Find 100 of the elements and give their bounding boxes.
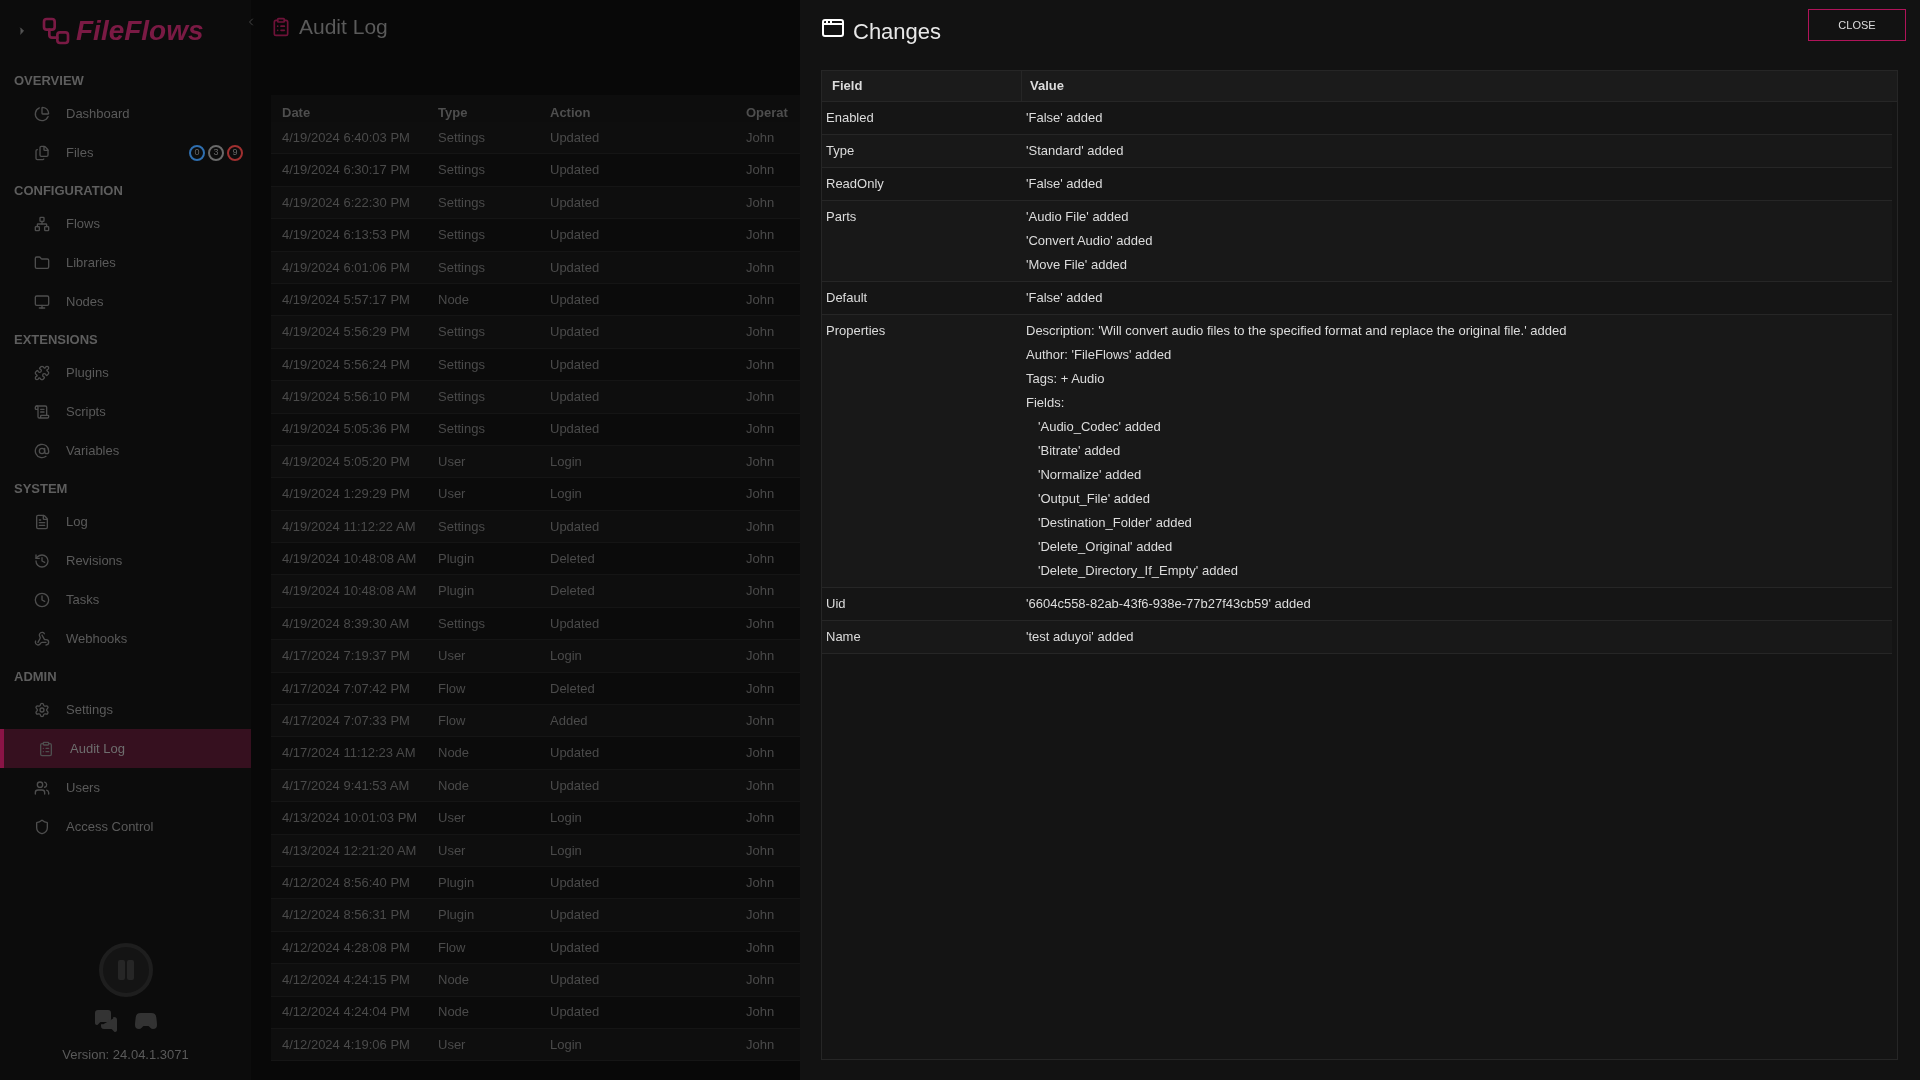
clipboard-icon	[38, 740, 54, 757]
field-name: Type	[826, 143, 855, 158]
table-cell-text: John	[746, 614, 776, 633]
count-badge: 9	[227, 144, 243, 161]
table-cell-text: 4/19/2024 5:05:36 PM	[281, 420, 411, 439]
table-cell-text: John	[746, 679, 776, 698]
table-cell-text: Settings	[438, 258, 486, 277]
change-value: 'Bitrate' added	[1038, 442, 1121, 460]
close-button[interactable]: CLOSE	[1808, 9, 1906, 41]
table-cell-text: Updated	[550, 258, 601, 277]
column-header[interactable]: Type	[438, 102, 550, 122]
nav-item[interactable]: Files 0 3 9	[0, 133, 251, 172]
column-header[interactable]: Value	[1022, 76, 1064, 96]
table-cell-text: User	[438, 452, 467, 471]
settings-icon	[34, 701, 50, 718]
nav-item[interactable]: Settings	[0, 690, 251, 729]
column-header[interactable]: Operat	[746, 102, 800, 122]
table-cell-text: John	[746, 906, 776, 925]
field-name: Uid	[826, 596, 846, 611]
nav-item[interactable]: Revisions	[0, 541, 251, 580]
nav-item[interactable]: Audit Log	[0, 729, 251, 768]
nav-item[interactable]: Variables	[0, 431, 251, 470]
nav-item[interactable]: Libraries	[0, 243, 251, 282]
nav-item[interactable]: Nodes	[0, 282, 251, 321]
table-cell-text: 4/17/2024 9:41:53 AM	[281, 776, 411, 795]
table-cell-text: Deleted	[550, 679, 596, 698]
nav-item[interactable]: Dashboard	[0, 94, 251, 133]
nav-label: Tasks	[66, 590, 100, 609]
change-value: 'Audio_Codec' added	[1038, 418, 1161, 436]
table-cell-text: Updated	[550, 906, 601, 925]
table-cell-text: Node	[438, 1003, 471, 1022]
change-value: 'Output_File' added	[1038, 490, 1150, 508]
table-cell-text: Settings	[438, 517, 486, 536]
column-header[interactable]: Action	[550, 102, 746, 122]
table-cell-text: Updated	[550, 938, 601, 957]
change-value: Description: 'Will convert audio files to the specified format and replace the original file.' added	[1026, 322, 1567, 340]
table-cell-text: Login	[550, 809, 583, 828]
table-cell-text: 4/19/2024 8:39:30 AM	[281, 614, 411, 633]
nav-item[interactable]: Flows	[0, 204, 251, 243]
table-cell-text: 4/12/2024 4:24:15 PM	[281, 971, 411, 990]
column-header[interactable]: Field	[822, 71, 1022, 101]
table-cell-text: John	[746, 938, 776, 957]
column-header[interactable]: Date	[271, 102, 438, 122]
folder-icon	[34, 254, 50, 271]
table-cell-text: Login	[550, 452, 583, 471]
change-value: 'False' added	[1026, 109, 1103, 127]
change-value: 'Normalize' added	[1038, 466, 1142, 484]
table-cell-text: John	[746, 873, 776, 892]
nav-item[interactable]: Tasks	[0, 580, 251, 619]
table-cell-text: Settings	[438, 226, 486, 245]
table-cell-text: User	[438, 1035, 467, 1054]
table-cell-text: Flow	[438, 938, 467, 957]
change-value: Fields:	[1026, 394, 1065, 412]
nav-label: Scripts	[66, 402, 106, 421]
window-icon	[821, 16, 845, 40]
nav-label: Revisions	[66, 551, 123, 570]
table-cell-text: John	[746, 776, 776, 795]
change-value: 'Destination_Folder' added	[1038, 514, 1192, 532]
table-cell-text: 4/19/2024 6:22:30 PM	[281, 193, 411, 212]
table-cell-text: 4/12/2024 4:28:08 PM	[281, 938, 411, 957]
nav-item[interactable]: Scripts	[0, 392, 251, 431]
change-value: 'Standard' added	[1026, 142, 1124, 160]
table-cell-text: 4/19/2024 6:30:17 PM	[281, 161, 411, 180]
table-cell-text: 4/12/2024 8:56:31 PM	[281, 906, 411, 925]
nav-item[interactable]: Webhooks	[0, 619, 251, 658]
table-cell-text: Settings	[438, 128, 486, 147]
table-cell-text: Settings	[438, 161, 486, 180]
table-cell-text: Deleted	[550, 582, 596, 601]
nav-item[interactable]: Log	[0, 502, 251, 541]
table-cell-text: 4/19/2024 10:48:08 AM	[281, 550, 418, 568]
table-cell-text: John	[746, 290, 776, 309]
nav-item[interactable]: Plugins	[0, 353, 251, 392]
nav-label: Audit Log	[70, 739, 125, 758]
table-cell-text: Node	[438, 776, 471, 795]
table-cell-text: Plugin	[438, 906, 476, 925]
section-title: SYSTEM	[14, 479, 68, 498]
nav-item[interactable]: Access Control	[0, 807, 251, 846]
table-cell-text: Node	[438, 290, 471, 309]
table-cell-text: John	[746, 355, 776, 374]
table-cell-text: Deleted	[550, 550, 596, 568]
table-cell-text: John	[746, 226, 776, 245]
table-cell-text: Updated	[550, 323, 601, 342]
table-cell-text: John	[746, 517, 776, 536]
nav-label: Settings	[66, 700, 113, 719]
puzzle-icon	[34, 364, 50, 381]
table-cell-text: Settings	[438, 355, 486, 374]
nav-label: Variables	[66, 441, 120, 460]
nav-item[interactable]: Users	[0, 768, 251, 807]
table-cell-text: 4/12/2024 4:24:04 PM	[281, 1003, 411, 1022]
table-cell-text: John	[746, 193, 776, 212]
scroll-icon	[34, 403, 50, 420]
table-cell-text: 4/17/2024 7:07:42 PM	[281, 679, 411, 698]
table-cell-text: Updated	[550, 517, 601, 536]
table-cell-text: John	[746, 550, 776, 568]
page-title: Audit Log	[299, 13, 388, 40]
table-cell-text: User	[438, 485, 467, 504]
nav-label: Libraries	[66, 253, 116, 272]
table-cell-text: 4/19/2024 6:01:06 PM	[281, 258, 411, 277]
chat-icon[interactable]	[93, 1008, 118, 1033]
clock-icon	[34, 591, 50, 608]
